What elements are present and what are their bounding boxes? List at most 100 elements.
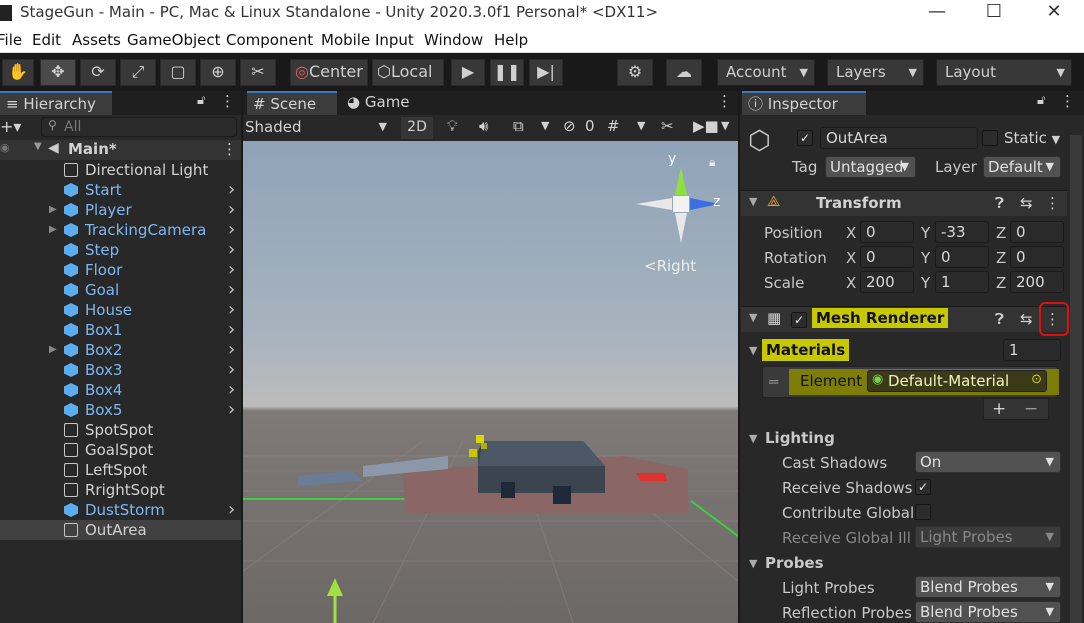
scene-more-menu-icon[interactable]: ⋮ (717, 92, 732, 110)
help-icon[interactable]: ❓︎ (995, 194, 1004, 212)
rotation-z-field[interactable]: 0 (1010, 246, 1064, 268)
menu-help[interactable]: Help (494, 31, 528, 49)
hierarchy-item[interactable]: ▶ Box2 › (0, 340, 241, 360)
account-dropdown[interactable]: Account ▼ (717, 59, 815, 86)
collapse-triangle-icon[interactable]: ▼ (749, 195, 757, 208)
scale-x-field[interactable]: 200 (860, 271, 914, 293)
remove-element-button[interactable]: − (1024, 399, 1038, 419)
hierarchy-item[interactable]: Directional Light (0, 160, 241, 180)
chevron-right-icon[interactable]: › (228, 400, 235, 420)
hierarchy-item[interactable]: SpotSpot (0, 420, 241, 440)
hierarchy-item[interactable]: OutArea (0, 520, 241, 540)
menu-edit[interactable]: Edit (32, 31, 61, 49)
position-x-field[interactable]: 0 (860, 221, 914, 243)
layout-dropdown[interactable]: Layout ▼ (936, 59, 1072, 86)
axis-y-label[interactable]: Y (921, 224, 930, 242)
pivot-center-button[interactable]: ◎Center (290, 59, 368, 86)
chevron-right-icon[interactable]: › (228, 360, 235, 380)
expand-triangle-icon[interactable]: ▶ (49, 200, 57, 220)
gameobject-cube-icon[interactable]: ⬡ (748, 126, 778, 158)
lock-icon[interactable]: 🔓︎ (197, 93, 205, 108)
chevron-right-icon[interactable]: › (228, 300, 235, 320)
play-button[interactable]: ▶ (451, 59, 485, 86)
chevron-right-icon[interactable]: › (228, 200, 235, 220)
shading-mode-dropdown[interactable]: Shaded ▼ (245, 117, 391, 139)
chevron-right-icon[interactable]: › (228, 240, 235, 260)
scale-tool-button[interactable]: ⤢ (120, 59, 156, 86)
help-icon[interactable]: ❓︎ (995, 310, 1004, 328)
chevron-right-icon[interactable]: › (228, 220, 235, 240)
hierarchy-item[interactable]: House › (0, 300, 241, 320)
rotation-y-field[interactable]: 0 (935, 246, 989, 268)
transform-header[interactable]: ▼ ⟁ Transform ❓︎ ⇆ ⋮ (741, 190, 1067, 216)
active-checkbox[interactable]: ✓ (797, 130, 813, 146)
hierarchy-item[interactable]: Box5 › (0, 400, 241, 420)
pause-button[interactable]: ❚❚ (490, 59, 524, 86)
drag-handle-icon[interactable]: ═ (769, 373, 778, 391)
close-button[interactable]: ✕ (1031, 0, 1077, 28)
hierarchy-item[interactable]: ▶ TrackingCamera › (0, 220, 241, 240)
static-dropdown[interactable]: Static ▼ (1004, 129, 1060, 147)
menu-file[interactable]: File (0, 31, 22, 49)
hierarchy-item[interactable]: DustStorm › (0, 500, 241, 520)
effects-toggle-icon[interactable]: ⧉ (513, 117, 524, 135)
rotation-x-field[interactable]: 0 (860, 246, 914, 268)
cast-shadows-dropdown[interactable]: On ▼ (915, 451, 1061, 473)
hierarchy-search-input[interactable]: ⚲ All (41, 117, 237, 137)
chevron-right-icon[interactable]: › (228, 260, 235, 280)
expand-triangle-icon[interactable]: ▶ (49, 340, 57, 360)
tab-inspector[interactable]: ⓘ Inspector (742, 91, 866, 115)
hierarchy-item[interactable]: Box3 › (0, 360, 241, 380)
hierarchy-item[interactable]: Box4 › (0, 380, 241, 400)
custom-tool-button[interactable]: ✂ (240, 59, 276, 86)
menu-gameobject[interactable]: GameObject (127, 31, 221, 49)
scene-more-icon[interactable]: ⋮ (222, 140, 237, 158)
gizmo-lock-icon[interactable]: 🔒︎ (709, 155, 715, 170)
hierarchy-item[interactable]: Goal › (0, 280, 241, 300)
scale-z-field[interactable]: 200 (1010, 271, 1064, 293)
axis-z-label[interactable]: Z (996, 249, 1006, 267)
more-menu-icon[interactable]: ⋮ (1060, 92, 1075, 110)
material-object-field[interactable]: ◉ Default-Material ⊙ (867, 370, 1047, 392)
minimize-button[interactable]: — (914, 0, 960, 28)
view-orientation-label[interactable]: <Right (644, 257, 696, 275)
step-button[interactable]: ▶| (529, 59, 563, 86)
menu-assets[interactable]: Assets (72, 31, 121, 49)
tab-game[interactable]: ◕ Game (341, 91, 431, 115)
expand-triangle-icon[interactable]: ▶ (49, 220, 57, 240)
mesh-renderer-enabled-checkbox[interactable]: ✓ (791, 312, 807, 328)
hierarchy-item[interactable]: Start › (0, 180, 241, 200)
scene-root-row[interactable]: ◉ ▼ ◀ Main* ⋮ (0, 140, 241, 160)
hidden-objects-icon[interactable]: ⊘ (563, 117, 576, 135)
contribute-gi-checkbox[interactable] (915, 504, 931, 520)
chevron-down-icon[interactable]: ▼ (721, 119, 729, 132)
add-element-button[interactable]: + (992, 399, 1006, 419)
camera-icon[interactable]: ▶■ (693, 117, 719, 135)
scale-y-field[interactable]: 1 (935, 271, 989, 293)
light-probes-dropdown[interactable]: Blend Probes ▼ (915, 576, 1061, 598)
mesh-renderer-header[interactable]: ▼ ▦ ✓ Mesh Renderer ❓︎ ⇆ ⋮ (741, 306, 1067, 332)
scene-viewport[interactable]: y z 🔒︎ <Right (243, 141, 738, 623)
visibility-icon[interactable]: ◉ (0, 141, 10, 154)
chevron-right-icon[interactable]: › (228, 320, 235, 340)
hand-tool-button[interactable]: ✋ (2, 59, 34, 86)
hierarchy-item[interactable]: Box1 › (0, 320, 241, 340)
receive-shadows-checkbox[interactable]: ✓ (915, 479, 931, 495)
hierarchy-item[interactable]: Floor › (0, 260, 241, 280)
collapse-triangle-icon[interactable]: ▼ (749, 557, 757, 570)
chevron-down-icon[interactable]: ▼ (541, 119, 549, 132)
lock-icon[interactable]: 🔓︎ (1037, 93, 1045, 108)
chevron-right-icon[interactable]: › (228, 180, 235, 200)
hierarchy-item[interactable]: LeftSpot (0, 460, 241, 480)
axis-y-label[interactable]: Y (921, 249, 930, 267)
maximize-button[interactable]: ☐ (971, 0, 1017, 28)
materials-size-field[interactable]: 1 (1003, 339, 1061, 361)
chevron-down-icon[interactable]: ▼ (637, 119, 645, 132)
menu-window[interactable]: Window (424, 31, 483, 49)
position-y-field[interactable]: -33 (935, 221, 989, 243)
move-tool-button[interactable]: ✥ (40, 59, 76, 86)
pivot-space-button[interactable]: ⬡Local (372, 59, 444, 86)
cloud-button[interactable]: ☁ (666, 59, 702, 86)
collapse-triangle-icon[interactable]: ▼ (749, 344, 757, 357)
static-checkbox[interactable] (982, 130, 998, 146)
